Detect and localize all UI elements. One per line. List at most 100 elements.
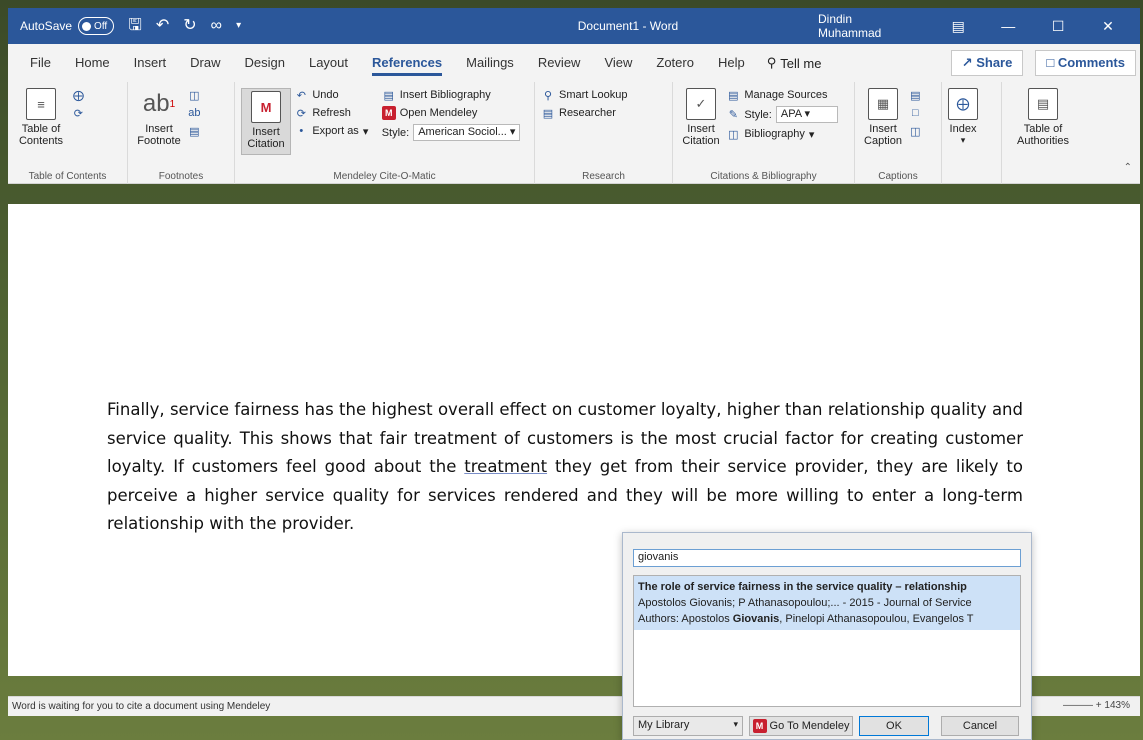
toggle-knob-icon [82, 21, 92, 31]
table-of-authorities-button[interactable]: ▤ Table of Authorities [1008, 88, 1078, 147]
authors-match: Giovanis [732, 613, 780, 625]
tab-help[interactable]: Help [706, 44, 757, 82]
mendeley-refresh-button[interactable]: ⟳ Refresh [294, 106, 368, 120]
ok-label: OK [886, 720, 902, 732]
table-of-authorities-icon: ▤ [1028, 88, 1058, 120]
comments-label: Comments [1057, 55, 1125, 70]
table-of-contents-button[interactable]: ≡ Table of Contents [14, 88, 68, 147]
next-footnote-icon[interactable]: ab [187, 106, 201, 120]
redo-icon[interactable]: ↻ [183, 18, 196, 34]
update-figures-icon[interactable]: □ [908, 106, 922, 120]
maximize-icon[interactable]: ☐ [1048, 18, 1068, 35]
ribbon-groups: ≡ Table of Contents ⨁ ⟳ Table of Content… [8, 82, 1140, 184]
save-icon[interactable]: 🖫 [128, 18, 142, 34]
show-notes-icon[interactable]: ▤ [187, 124, 201, 138]
cross-reference-icon[interactable]: ◫ [908, 124, 922, 138]
tab-draw[interactable]: Draw [178, 44, 232, 82]
status-message: Word is waiting for you to cite a docume… [12, 701, 271, 712]
dialog-footer: My Library ▾ M Go To Mendeley OK Cancel [633, 715, 1021, 737]
authors-suffix: , Pinelopi Athanasopoulou, Evangelos T [779, 613, 974, 625]
ribbon-tabs: File Home Insert Draw Design Layout Refe… [8, 44, 1140, 82]
export-icon: • [299, 125, 304, 137]
document-paragraph[interactable]: Finally, service fairness has the highes… [107, 396, 1023, 539]
bibliography-book-icon: ◫ [728, 128, 739, 141]
add-text-icon[interactable]: ⨁ [71, 88, 85, 102]
insert-caption-button[interactable]: ▦ Insert Caption [861, 88, 905, 147]
comments-button[interactable]: □ Comments [1035, 50, 1136, 76]
insert-endnote-icon[interactable]: ◫ [187, 88, 201, 102]
tab-home[interactable]: Home [63, 44, 122, 82]
ribbon-display-icon[interactable]: ▤ [948, 18, 968, 35]
style-icon: ✎ [728, 109, 738, 121]
go-to-mendeley-label: Go To Mendeley [769, 720, 850, 732]
close-icon[interactable]: ✕ [1098, 18, 1118, 35]
autosave-toggle[interactable]: Off [78, 17, 115, 35]
insert-citation-label: Insert Citation [682, 123, 720, 147]
mendeley-export-label: Export as [312, 125, 359, 137]
zoom-level: 143% [1104, 700, 1130, 711]
mendeley-qa-icon[interactable]: ∞ [211, 18, 222, 34]
tab-design[interactable]: Design [233, 44, 297, 82]
tab-layout[interactable]: Layout [297, 44, 360, 82]
lightbulb-search-icon: ⚲ [766, 55, 777, 70]
insert-citation-icon: ✓ [686, 88, 716, 120]
citation-style-select[interactable]: APA ▾ [775, 106, 838, 123]
tell-me-search[interactable]: ⚲ Tell me [757, 55, 832, 71]
manage-sources-button[interactable]: ▤ Manage Sources [726, 88, 838, 102]
mendeley-insert-citation-label: Insert Citation [247, 126, 285, 150]
cancel-label: Cancel [962, 720, 998, 732]
tab-review[interactable]: Review [526, 44, 593, 82]
tab-zotero[interactable]: Zotero [644, 44, 706, 82]
tab-insert[interactable]: Insert [122, 44, 179, 82]
mendeley-insert-citation-button[interactable]: M Insert Citation [241, 88, 291, 155]
update-table-icon[interactable]: ⟳ [71, 106, 85, 120]
group-label-toc: Table of Contents [28, 171, 107, 182]
manage-sources-label: Manage Sources [744, 89, 828, 101]
go-to-mendeley-button[interactable]: M Go To Mendeley [749, 716, 853, 736]
share-button[interactable]: ↗ Share [950, 50, 1024, 76]
insert-footnote-button[interactable]: ab 1 Insert Footnote [134, 88, 184, 147]
open-mendeley-button[interactable]: M Open Mendeley [381, 106, 521, 120]
mendeley-citation-dialog: giovanis The role of service fairness in… [622, 532, 1032, 740]
mendeley-style-select[interactable]: American Sociol... ▾ [413, 124, 521, 141]
smart-lookup-icon: ⚲ [543, 89, 553, 102]
tab-view[interactable]: View [592, 44, 644, 82]
group-label-mendeley: Mendeley Cite-O-Matic [333, 171, 436, 182]
undo-icon[interactable]: ↶ [156, 18, 169, 34]
autosave-state: Off [94, 20, 108, 32]
tab-references[interactable]: References [360, 44, 454, 82]
insert-table-of-figures-icon[interactable]: ▤ [908, 88, 922, 102]
group-table-of-contents: ≡ Table of Contents ⨁ ⟳ Table of Content… [8, 82, 128, 184]
user-name[interactable]: Dindin Muhammad [818, 12, 918, 40]
mendeley-undo-label: Undo [312, 89, 339, 101]
manage-sources-icon: ▤ [728, 89, 739, 102]
citation-search-input[interactable]: giovanis [633, 549, 1021, 567]
bibliography-icon: ▤ [383, 89, 394, 102]
tab-mailings[interactable]: Mailings [454, 44, 526, 82]
autosave[interactable]: AutoSave Off [20, 17, 115, 35]
library-value: My Library [638, 719, 690, 731]
group-citations: ✓ Insert Citation ▤ Manage Sources ✎ Style… [673, 82, 855, 184]
mendeley-export-button[interactable]: • Export as ▾ [294, 124, 368, 138]
citation-result-item[interactable]: The role of service fairness in the serv… [634, 576, 1020, 630]
researcher-button[interactable]: ▤ Researcher [541, 106, 627, 120]
cancel-button[interactable]: Cancel [941, 716, 1019, 736]
bibliography-button[interactable]: ◫ Bibliography ▾ [726, 127, 838, 141]
insert-citation-button[interactable]: ✓ Insert Citation [679, 88, 723, 147]
tab-file[interactable]: File [18, 44, 63, 82]
group-research: ⚲ Smart Lookup ▤ Researcher Research [535, 82, 673, 184]
library-select[interactable]: My Library ▾ [633, 716, 743, 736]
customize-qa-icon[interactable]: ▾ [236, 21, 241, 31]
insert-bibliography-button[interactable]: ▤ Insert Bibliography [382, 88, 521, 102]
collapse-ribbon-icon[interactable]: ⌃ [1124, 162, 1132, 173]
share-label: Share [976, 55, 1013, 70]
citation-results-list[interactable]: The role of service fairness in the serv… [633, 575, 1021, 707]
ok-button[interactable]: OK [859, 716, 929, 736]
smart-lookup-button[interactable]: ⚲ Smart Lookup [541, 88, 628, 102]
minimize-icon[interactable]: — [998, 18, 1018, 34]
index-button[interactable]: ⨁ Index ▾ [948, 88, 978, 146]
mendeley-citation-icon: M [251, 91, 281, 123]
zoom-control[interactable]: ——— + 143% [1063, 700, 1130, 711]
mendeley-undo-button[interactable]: ↶ Undo [294, 88, 368, 102]
insert-bibliography-label: Insert Bibliography [399, 89, 491, 101]
